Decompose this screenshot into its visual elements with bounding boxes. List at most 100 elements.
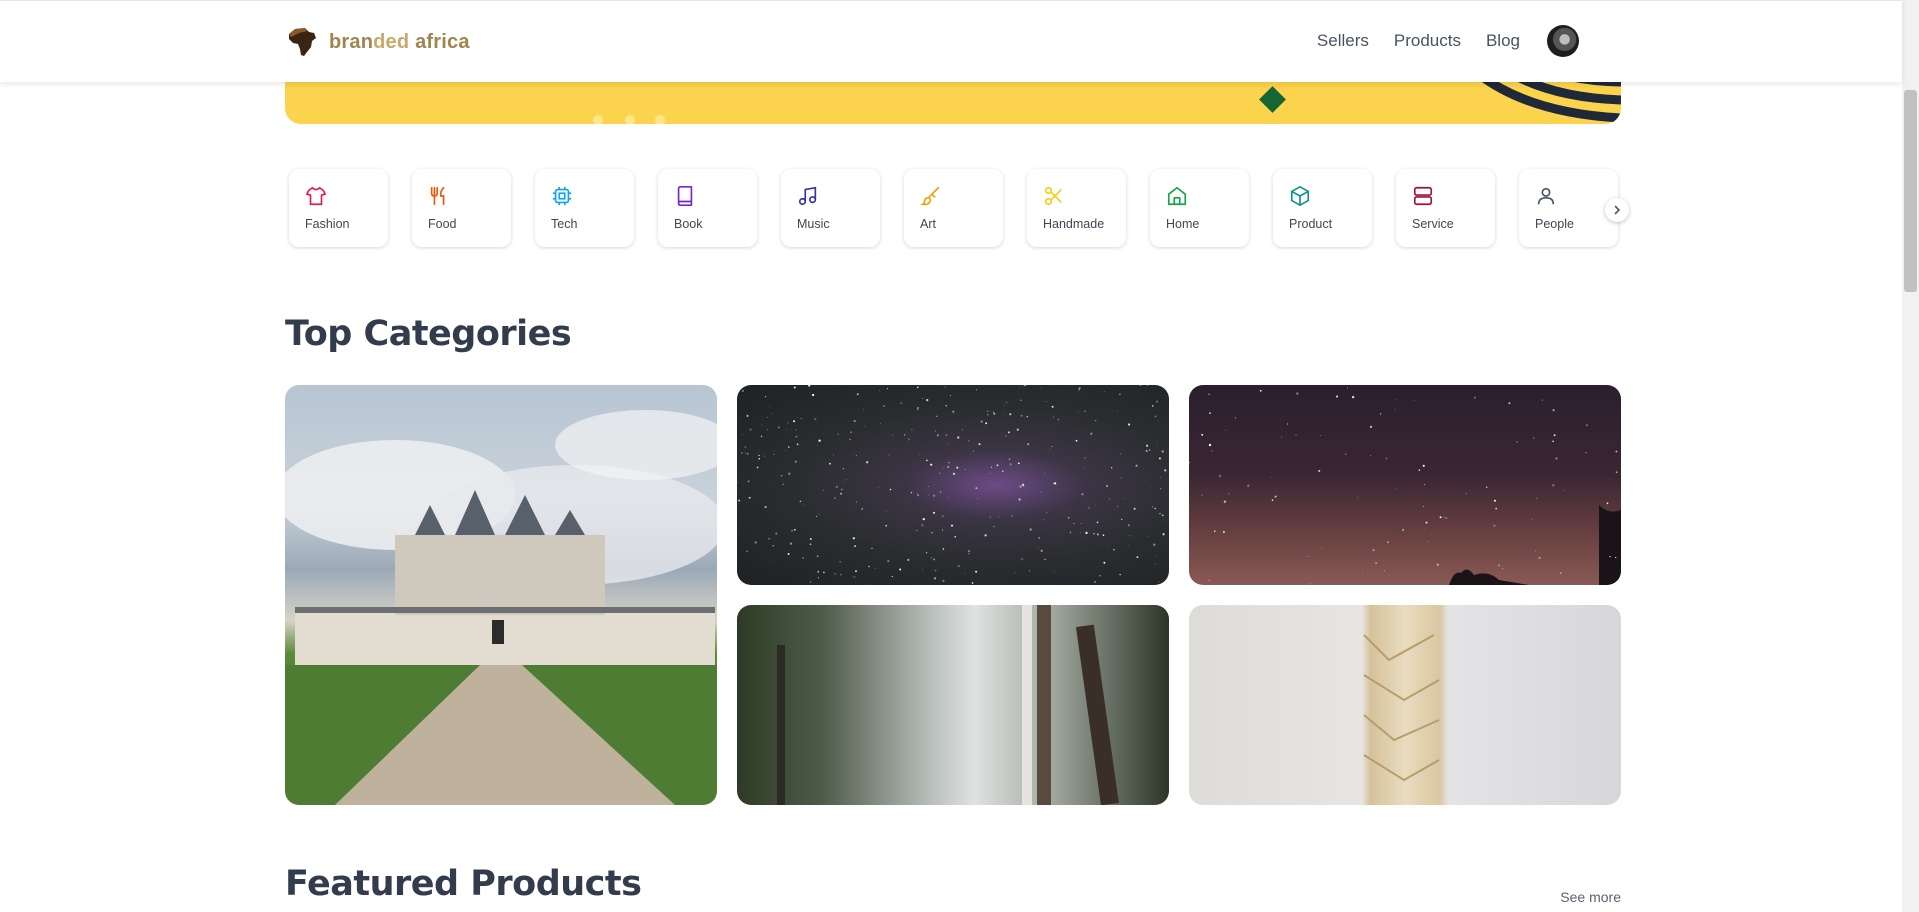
category-chip-home[interactable]: Home [1150,169,1249,247]
star [1009,413,1012,416]
star [1151,487,1152,489]
star [1394,408,1396,410]
star [818,514,820,516]
star [930,463,933,466]
star [737,579,740,582]
star [1154,415,1157,418]
star [1004,413,1005,414]
star [1011,515,1013,517]
star [1017,462,1020,465]
category-chip-art[interactable]: Art [904,169,1003,247]
star [756,466,759,469]
banner-dot [625,115,635,124]
star [769,560,771,562]
star [1073,523,1075,525]
category-chip-music[interactable]: Music [781,169,880,247]
star [1067,516,1070,519]
category-label: Art [920,217,936,231]
star [856,393,859,396]
chevron-right-icon[interactable] [1605,198,1629,222]
category-label: Service [1412,217,1454,231]
star [1018,498,1021,501]
star [1281,436,1283,438]
star [786,428,788,430]
category-chip-product[interactable]: Product [1273,169,1372,247]
star [1023,385,1026,387]
scrollbar-thumb[interactable] [1904,90,1917,292]
star [817,445,818,447]
star [840,492,842,495]
user-avatar[interactable] [1547,25,1579,57]
star [916,492,918,494]
category-tile-castle[interactable] [285,385,717,805]
star [1040,549,1043,552]
star [928,494,929,496]
star [964,468,966,470]
category-chip-tech[interactable]: Tech [535,169,634,247]
star [1121,518,1123,521]
star [1108,545,1109,547]
star [885,510,887,512]
category-tile-forest[interactable] [737,605,1169,805]
star [1164,469,1167,472]
star [1099,575,1101,577]
star [936,415,938,418]
see-more-link[interactable]: See more [1560,889,1621,905]
star [1321,547,1323,548]
nav-sellers-link[interactable]: Sellers [1317,31,1369,51]
star [853,576,856,578]
star [758,454,760,457]
category-tile-stairs[interactable] [1189,605,1621,805]
star [866,461,869,464]
star [795,435,798,438]
star [746,414,749,417]
category-tile-night-sky[interactable] [1189,385,1621,585]
star [863,584,865,585]
category-chip-people[interactable]: People [1519,169,1618,247]
star [1156,400,1159,403]
star [900,402,902,404]
castle-image [285,410,717,805]
category-chip-book[interactable]: Book [658,169,757,247]
star [908,441,910,443]
category-chip-service[interactable]: Service [1396,169,1495,247]
star [782,483,784,485]
category-scroller[interactable]: Fashion Food Tech Book Music Art Handmad… [285,166,1621,250]
star [926,459,928,462]
brand-logo[interactable]: branded africa [285,25,470,59]
star [904,434,906,436]
star [1145,449,1148,452]
nav-products-link[interactable]: Products [1394,31,1461,51]
star [922,398,924,399]
star [1344,453,1347,455]
page-scrollbar[interactable] [1902,0,1919,912]
star [871,547,873,550]
star [1022,484,1025,487]
star [891,575,893,578]
category-chip-fashion[interactable]: Fashion [289,169,388,247]
star [1029,528,1032,531]
nav-blog-link[interactable]: Blog [1486,31,1520,51]
star [1148,449,1151,451]
book-icon [677,186,693,206]
star [1320,435,1321,436]
star [910,491,913,494]
star [1234,417,1236,419]
star [908,438,910,441]
star [1157,420,1159,421]
category-chip-food[interactable]: Food [412,169,511,247]
star [1493,524,1496,527]
category-chip-handmade[interactable]: Handmade [1027,169,1126,247]
category-label: Tech [551,217,578,231]
star [1209,412,1211,414]
star [788,446,790,448]
star [1090,432,1093,435]
star [993,412,996,415]
star [933,577,937,580]
category-tile-milky-way[interactable] [737,385,1169,585]
star [1159,487,1162,490]
star [989,472,991,474]
star [917,494,919,496]
star [787,422,789,424]
star [1005,435,1007,437]
